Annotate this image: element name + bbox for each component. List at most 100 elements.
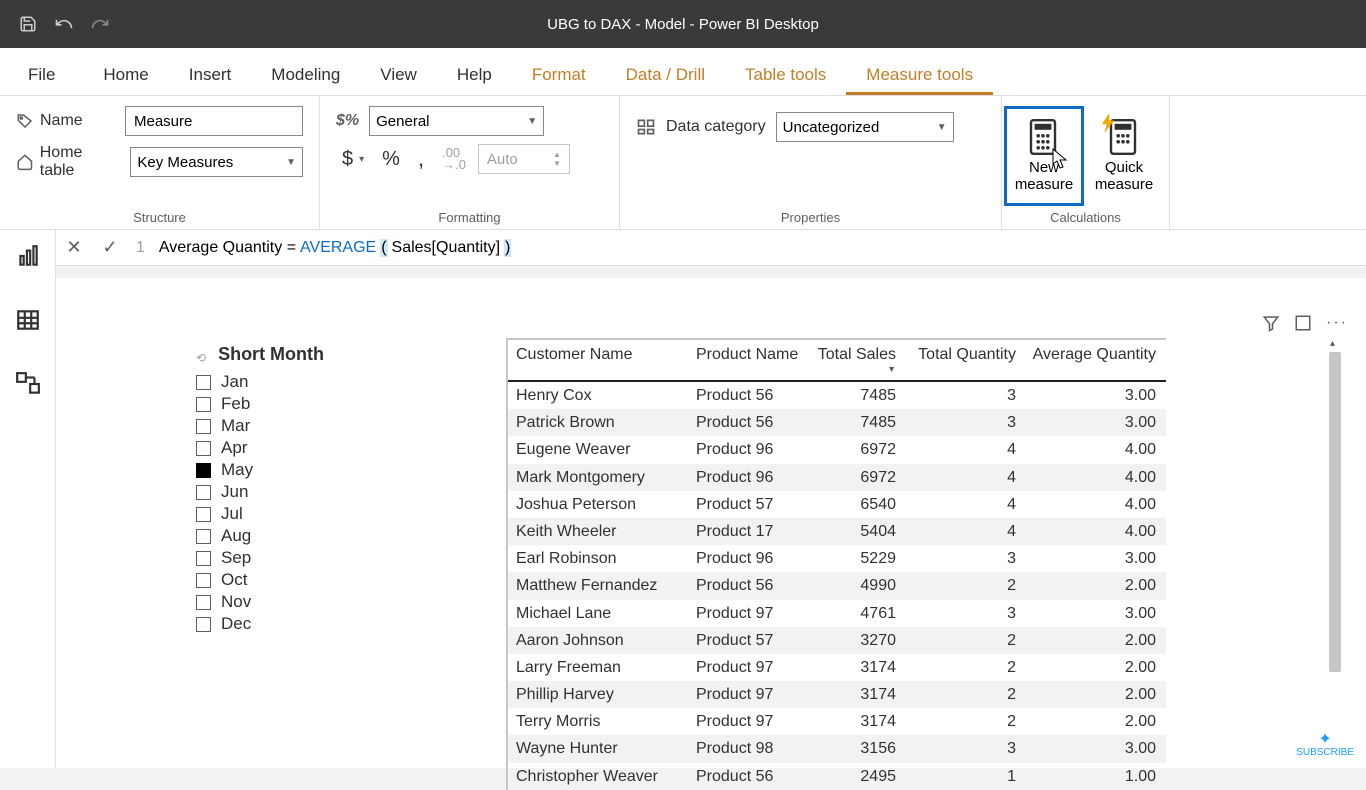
percent-button[interactable]: % [376,146,406,173]
checkbox-icon[interactable] [196,551,211,566]
slicer-item[interactable]: Jul [196,503,416,525]
decimals-stepper[interactable]: Auto ▲▼ [478,144,570,174]
table-row[interactable]: Terry MorrisProduct 97317422.00 [508,708,1166,735]
checkbox-icon[interactable] [196,529,211,544]
tab-insert[interactable]: Insert [169,55,252,95]
table-row[interactable]: Matthew FernandezProduct 56499022.00 [508,572,1166,599]
vertical-scrollbar[interactable]: ▴ [1328,338,1342,768]
slicer-item-label: Aug [221,526,251,546]
subscribe-watermark: ✦ SUBSCRIBE [1296,732,1354,758]
ribbon-body: Name Home table Key Measures▼ Structure … [0,96,1366,230]
slicer-item[interactable]: Jan [196,371,416,393]
format-prefix-icon: $% [336,112,359,130]
sort-desc-icon: ▼ [818,364,896,374]
table-visual[interactable]: Customer Name Product Name Total Sales▼ … [506,338,1166,790]
model-view-button[interactable] [8,364,48,404]
tab-help[interactable]: Help [437,55,512,95]
slicer-shortmonth[interactable]: ⟲ Short Month JanFebMarAprMayJunJulAugSe… [196,344,416,635]
focus-mode-icon[interactable] [1294,314,1312,332]
checkbox-icon[interactable] [196,419,211,434]
report-canvas[interactable]: ··· ⟲ Short Month JanFebMarAprMayJunJulA… [56,278,1366,768]
table-row[interactable]: Michael LaneProduct 97476133.00 [508,600,1166,627]
datacategory-icon [636,117,656,137]
tab-format[interactable]: Format [512,55,606,95]
table-row[interactable]: Joshua PetersonProduct 57654044.00 [508,491,1166,518]
currency-button[interactable]: $▾ [336,146,370,173]
group-structure-label: Structure [16,210,303,225]
formula-bar[interactable]: ✕ ✓ 1 Average Quantity = AVERAGE( Sales[… [56,230,1366,266]
data-view-button[interactable] [8,300,48,340]
filter-icon[interactable] [1262,314,1280,332]
ribbon-tabs: File Home Insert Modeling View Help Form… [0,48,1366,96]
col-customer[interactable]: Customer Name [508,340,688,380]
thousands-button[interactable]: , [412,144,430,174]
tab-tabletools[interactable]: Table tools [725,55,846,95]
table-row[interactable]: Wayne HunterProduct 98315633.00 [508,735,1166,762]
chevron-down-icon: ▼ [286,157,296,168]
table-row[interactable]: Patrick BrownProduct 56748533.00 [508,409,1166,436]
col-sales[interactable]: Total Sales▼ [808,340,904,380]
table-row[interactable]: Mark MontgomeryProduct 96697244.00 [508,464,1166,491]
name-input[interactable] [125,106,303,136]
checkbox-icon[interactable] [196,595,211,610]
col-product[interactable]: Product Name [688,340,808,380]
col-avg[interactable]: Average Quantity [1024,340,1164,380]
format-select[interactable]: General▼ [369,106,544,136]
formula-commit-button[interactable]: ✓ [92,230,128,266]
window-title: UBG to DAX - Model - Power BI Desktop [0,16,1366,33]
slicer-item[interactable]: Mar [196,415,416,437]
checkbox-icon[interactable] [196,397,211,412]
table-row[interactable]: Keith WheelerProduct 17540444.00 [508,518,1166,545]
group-properties-label: Properties [636,210,985,225]
tab-home[interactable]: Home [83,55,168,95]
more-options-icon[interactable]: ··· [1326,314,1348,332]
slicer-item-label: Oct [221,570,247,590]
tab-file[interactable]: File [0,55,83,95]
formula-cancel-button[interactable]: ✕ [56,230,92,266]
formula-text[interactable]: 1 Average Quantity = AVERAGE( Sales[Quan… [128,239,511,257]
undo-icon[interactable] [54,14,74,34]
checkbox-icon[interactable] [196,617,211,632]
slicer-item[interactable]: Dec [196,613,416,635]
slicer-item[interactable]: Apr [196,437,416,459]
slicer-title: Short Month [218,344,324,365]
slicer-item[interactable]: Sep [196,547,416,569]
slicer-item-label: Apr [221,438,247,458]
save-icon[interactable] [18,14,38,34]
col-qty[interactable]: Total Quantity [904,340,1024,380]
slicer-eraser-icon[interactable]: ⟲ [196,351,206,365]
decimals-icon[interactable]: .00→.0 [436,145,472,172]
slicer-item[interactable]: Oct [196,569,416,591]
tab-measuretools[interactable]: Measure tools [846,55,993,95]
home-icon [16,153,34,171]
datacategory-select[interactable]: Uncategorized▼ [776,112,954,142]
table-row[interactable]: Earl RobinsonProduct 96522933.00 [508,545,1166,572]
checkbox-icon[interactable] [196,485,211,500]
quick-measure-button[interactable]: Quick measure [1084,106,1164,206]
table-row[interactable]: Christopher WeaverProduct 56249511.00 [508,763,1166,790]
slicer-item[interactable]: Nov [196,591,416,613]
table-row[interactable]: Henry CoxProduct 56748533.00 [508,382,1166,409]
tab-modeling[interactable]: Modeling [251,55,360,95]
table-row[interactable]: Eugene WeaverProduct 96697244.00 [508,436,1166,463]
checkbox-icon[interactable] [196,441,211,456]
slicer-item[interactable]: Feb [196,393,416,415]
slicer-item[interactable]: Aug [196,525,416,547]
checkbox-icon[interactable] [196,573,211,588]
tab-datadrill[interactable]: Data / Drill [606,55,725,95]
checkbox-icon[interactable] [196,375,211,390]
slicer-item[interactable]: May [196,459,416,481]
table-row[interactable]: Larry FreemanProduct 97317422.00 [508,654,1166,681]
slicer-item[interactable]: Jun [196,481,416,503]
slicer-item-label: Jul [221,504,243,524]
hometable-select[interactable]: Key Measures▼ [130,147,303,177]
table-header: Customer Name Product Name Total Sales▼ … [508,340,1166,382]
checkbox-icon[interactable] [196,507,211,522]
redo-icon[interactable] [90,14,110,34]
report-view-button[interactable] [8,236,48,276]
table-row[interactable]: Aaron JohnsonProduct 57327022.00 [508,627,1166,654]
checkbox-icon[interactable] [196,463,211,478]
table-row[interactable]: Phillip HarveyProduct 97317422.00 [508,681,1166,708]
new-measure-button[interactable]: New measure [1004,106,1084,206]
tab-view[interactable]: View [360,55,437,95]
